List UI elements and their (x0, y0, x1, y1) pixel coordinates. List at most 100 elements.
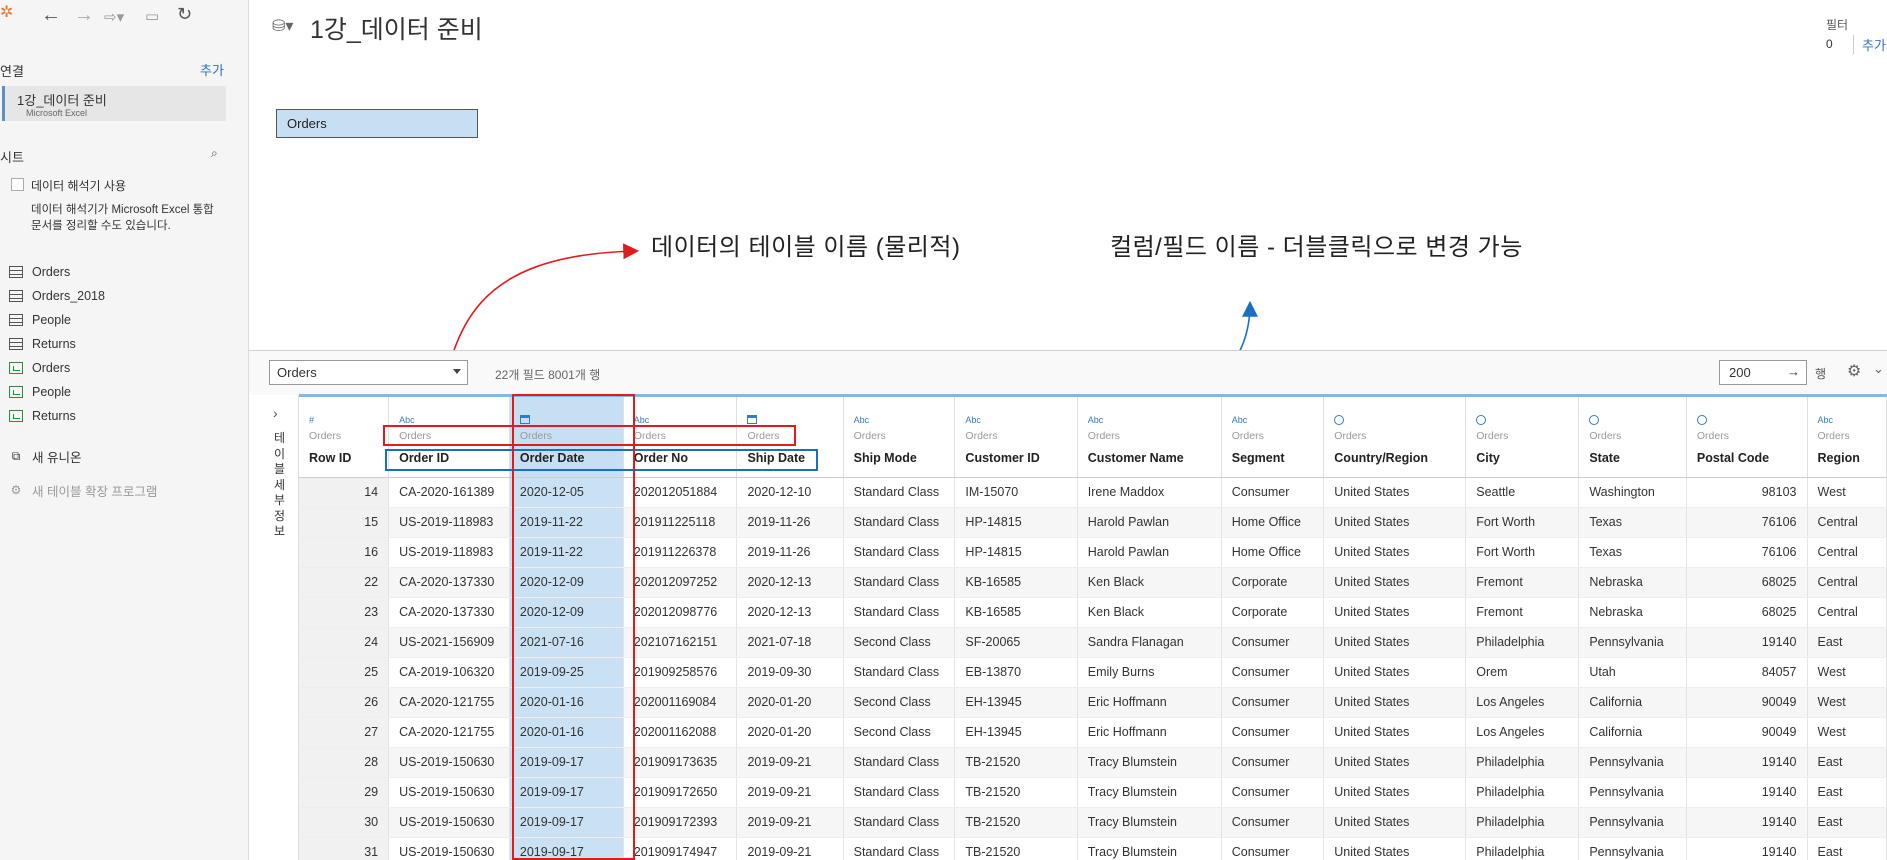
table-cell: Standard Class (843, 807, 956, 838)
search-icon[interactable]: ⌕ (211, 146, 218, 161)
data-source-title[interactable]: 1강_데이터 준비 (310, 10, 483, 46)
table-cell: Eric Hoffmann (1077, 717, 1222, 748)
data-type-icon[interactable]: Abc (854, 415, 945, 428)
table-cell: 2020-01-16 (509, 687, 624, 718)
table-cell: 2020-12-05 (509, 477, 624, 508)
connection-card[interactable]: 1강_데이터 준비 Microsoft Excel (2, 86, 226, 121)
table-cell: Fremont (1465, 567, 1580, 598)
sidebar-item-orders-2018[interactable]: Orders_2018 (8, 286, 105, 306)
sidebar-item-orders[interactable]: Orders (8, 262, 70, 282)
column-field-name[interactable]: Row ID (309, 451, 378, 465)
table-cell: 201911226378 (623, 537, 738, 568)
table-cell: Central (1807, 567, 1887, 598)
column-header[interactable]: Orders Order Date (509, 397, 624, 478)
column-field-name[interactable]: Region (1818, 451, 1877, 465)
column-header[interactable]: Abc Orders Ship Mode (843, 397, 956, 478)
column-field-name[interactable]: State (1589, 451, 1676, 465)
data-type-icon[interactable]: Abc (634, 415, 727, 428)
interpreter-hint: 데이터 해석기가 Microsoft Excel 통합 문서를 정리할 수도 있… (31, 204, 214, 232)
table-cell: West (1807, 477, 1887, 508)
table-cell: Standard Class (843, 837, 956, 860)
globe-icon[interactable] (1476, 415, 1568, 428)
column-field-name[interactable]: Postal Code (1697, 451, 1797, 465)
new-extension-button[interactable]: ⚙ 새 테이블 확장 프로그램 (8, 480, 158, 500)
redo-dropdown-icon[interactable]: ⇨▾ (104, 8, 124, 26)
column-header[interactable]: Abc Orders Order ID (388, 397, 510, 478)
sidebar-item-people[interactable]: People (8, 310, 71, 330)
forward-arrow-icon[interactable]: → (74, 4, 94, 27)
table-cell: 202001169084 (623, 687, 738, 718)
table-cell: TB-21520 (954, 777, 1078, 808)
column-header[interactable]: Abc Orders Customer ID (954, 397, 1078, 478)
save-icon[interactable]: ▭ (145, 7, 159, 25)
interpreter-checkbox[interactable] (11, 178, 24, 191)
apply-arrow-icon[interactable]: → (1787, 364, 1800, 379)
column-field-name[interactable]: Order ID (399, 451, 499, 465)
column-field-name[interactable]: Order No (634, 451, 727, 465)
table-cell: 25 (299, 657, 390, 688)
database-icon[interactable]: ⛁▾ (272, 16, 293, 36)
table-cell: West (1807, 717, 1887, 748)
column-header[interactable]: Orders Postal Code (1686, 397, 1808, 478)
add-filter-link[interactable]: 추가 (1853, 35, 1886, 54)
column-field-name[interactable]: Segment (1232, 451, 1314, 465)
refresh-icon[interactable]: ↻ (177, 4, 192, 25)
table-details-label: 테이블세부정보 (274, 431, 286, 538)
back-arrow-icon[interactable]: ← (41, 4, 61, 27)
data-type-icon[interactable]: Abc (1088, 415, 1211, 428)
sidebar-item-orders[interactable]: Orders (8, 358, 70, 378)
column-field-name[interactable]: City (1476, 451, 1568, 465)
column-header[interactable]: Abc Orders Order No (623, 397, 738, 478)
chevron-down-icon[interactable]: ⌄ (1873, 361, 1884, 377)
gear-icon[interactable]: ⚙ (1847, 361, 1861, 381)
tableau-logo-icon[interactable]: ✲ (0, 2, 13, 22)
canvas-table-orders[interactable]: Orders (276, 109, 478, 138)
table-cell: 2019-09-17 (509, 777, 624, 808)
globe-icon[interactable] (1589, 415, 1676, 428)
table-cell: 2019-09-21 (736, 807, 844, 838)
column-header[interactable]: Orders State (1578, 397, 1687, 478)
table-cell: 2019-09-21 (736, 837, 844, 860)
table-cell: Fremont (1465, 597, 1580, 628)
column-header[interactable]: Abc Orders Customer Name (1077, 397, 1222, 478)
table-cell: California (1578, 687, 1687, 718)
new-union-button[interactable]: ⧉ 새 유니온 (8, 446, 82, 466)
table-cell: Texas (1578, 537, 1687, 568)
table-cell: Pennsylvania (1578, 777, 1687, 808)
column-field-name[interactable]: Customer Name (1088, 451, 1211, 465)
data-type-icon[interactable]: # (309, 415, 378, 428)
table-cell: 2019-11-26 (736, 507, 844, 538)
table-cell: Consumer (1221, 477, 1325, 508)
column-header[interactable]: Abc Orders Segment (1221, 397, 1325, 478)
table-cell: United States (1323, 477, 1467, 508)
table-cell: 201909174947 (623, 837, 738, 860)
column-field-name[interactable]: Country/Region (1334, 451, 1455, 465)
sidebar-item-returns[interactable]: Returns (8, 406, 76, 426)
column-header[interactable]: Orders Country/Region (1323, 397, 1467, 478)
globe-icon[interactable] (1696, 415, 1797, 428)
globe-icon[interactable] (1334, 415, 1455, 428)
data-type-icon[interactable]: Abc (965, 415, 1066, 428)
column-header[interactable]: Orders City (1465, 397, 1580, 478)
table-details-toggle[interactable]: › 테이블세부정보 (249, 395, 299, 860)
column-header[interactable]: Orders Ship Date (736, 397, 844, 478)
table-cell: Standard Class (843, 777, 956, 808)
column-field-name[interactable]: Customer ID (965, 451, 1066, 465)
column-header[interactable]: # Orders Row ID (299, 397, 390, 478)
column-field-name[interactable]: Ship Mode (854, 451, 945, 465)
table-cell: East (1807, 837, 1887, 860)
column-header[interactable]: Abc Orders Region (1807, 397, 1887, 478)
data-type-icon[interactable]: Abc (399, 415, 499, 428)
add-connection-link[interactable]: 추가 (200, 60, 224, 79)
table-cell: 90049 (1686, 717, 1808, 748)
sidebar-item-returns[interactable]: Returns (8, 334, 76, 354)
column-field-name[interactable]: Order Date (520, 451, 613, 465)
sidebar-item-people[interactable]: People (8, 382, 71, 402)
data-type-icon[interactable]: Abc (1818, 415, 1877, 428)
calendar-icon[interactable] (747, 415, 832, 428)
column-field-name[interactable]: Ship Date (747, 451, 832, 465)
calendar-icon[interactable] (519, 415, 613, 428)
table-select[interactable]: Orders (269, 360, 468, 385)
data-type-icon[interactable]: Abc (1232, 415, 1314, 428)
rows-input[interactable]: 200 → (1719, 360, 1807, 385)
